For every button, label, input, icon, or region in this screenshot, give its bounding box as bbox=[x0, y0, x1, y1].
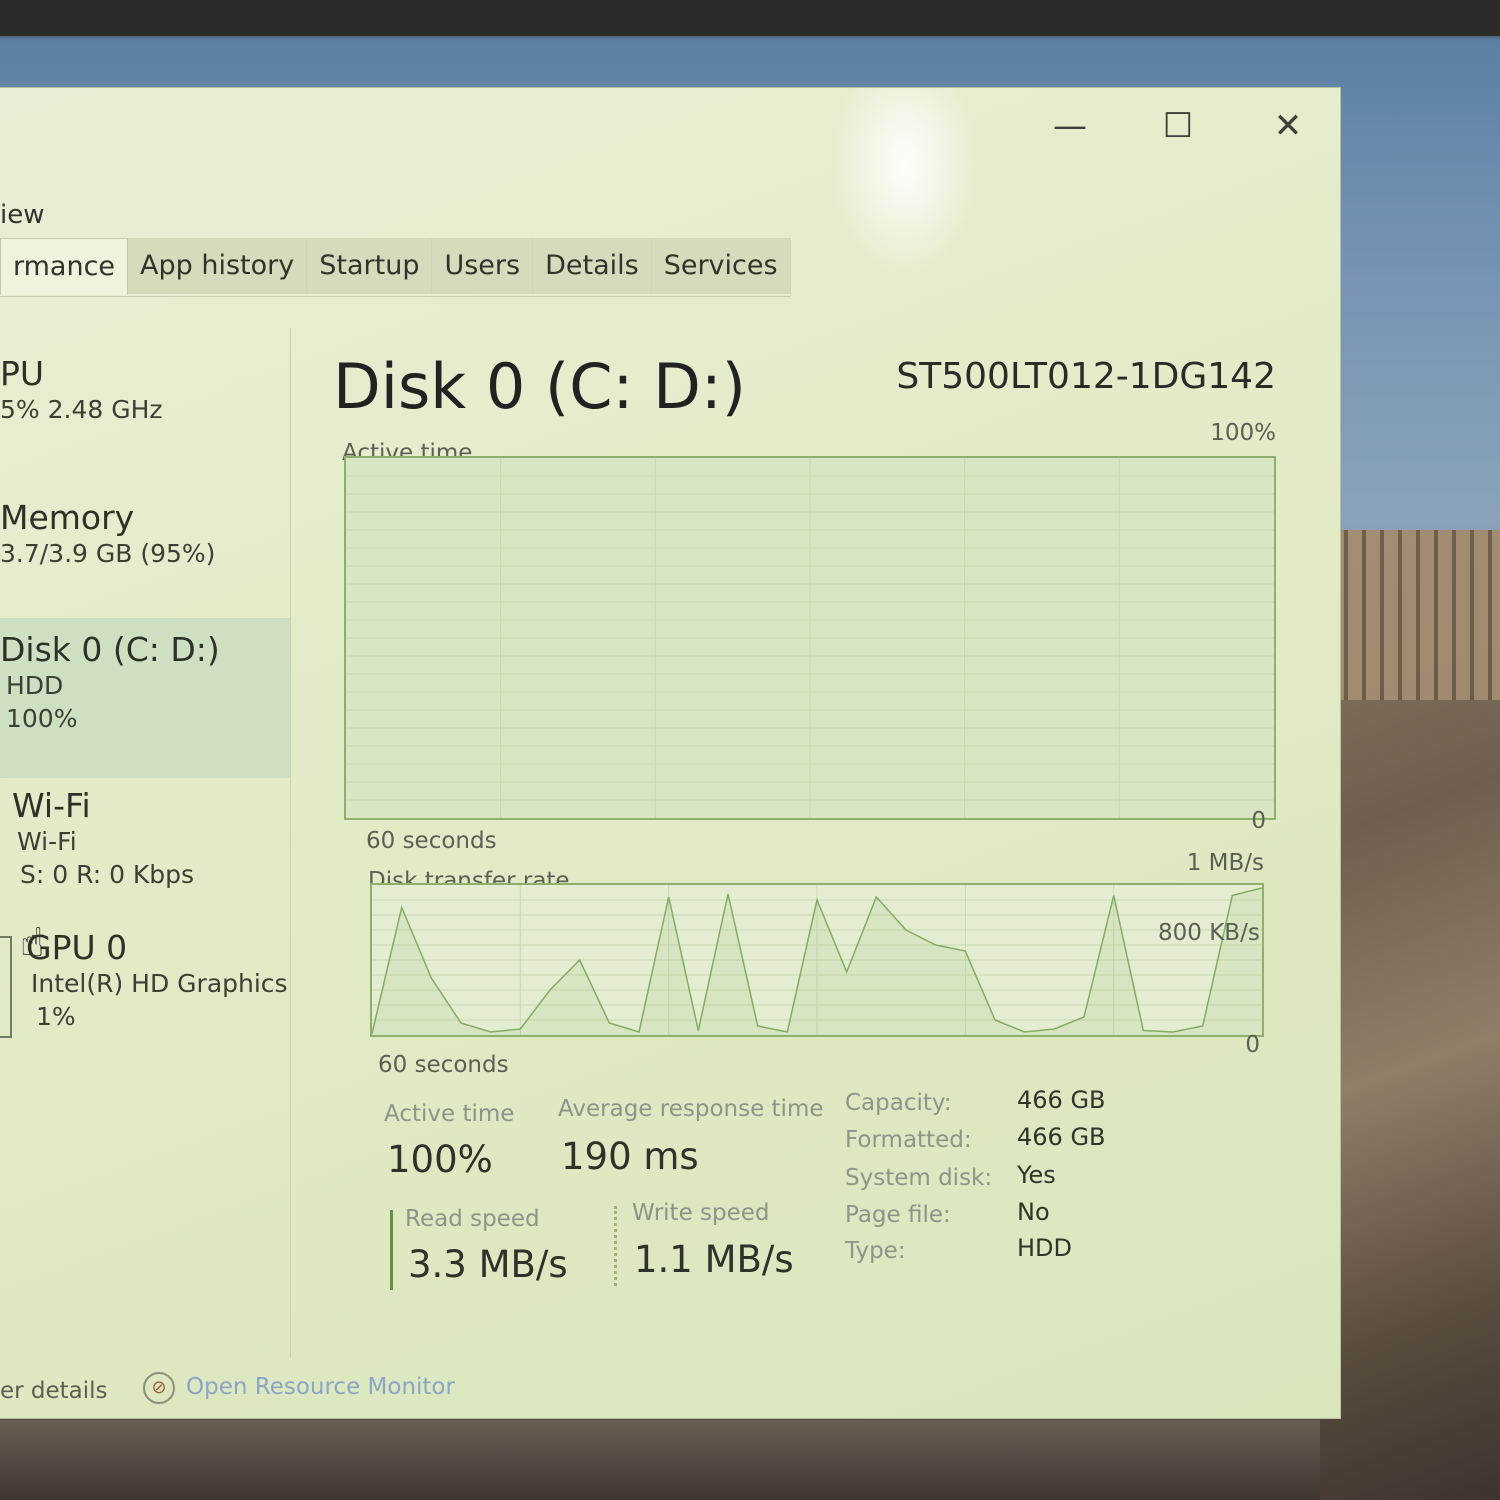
avg-response-label: Average response time bbox=[558, 1096, 824, 1122]
maximize-icon: ☐ bbox=[1162, 106, 1194, 146]
sidebar-item-title: GPU 0 bbox=[26, 928, 128, 967]
transfer-rate-graph bbox=[370, 883, 1264, 1037]
sidebar-item-gpu[interactable]: GPU 0 Intel(R) HD Graphics 1% bbox=[0, 928, 316, 1038]
sidebar-item-title: Disk 0 (C: D:) bbox=[0, 630, 220, 669]
sidebar-item-title: Memory bbox=[0, 498, 135, 537]
tab-performance[interactable]: rmance bbox=[0, 238, 129, 295]
close-icon: ✕ bbox=[1273, 106, 1303, 146]
graph-svg bbox=[346, 458, 1274, 818]
write-speed-indicator bbox=[614, 1206, 620, 1286]
sidebar-item-detail: Wi-Fi bbox=[17, 827, 77, 856]
graph-svg bbox=[372, 885, 1262, 1035]
sidebar-item-disk[interactable]: Disk 0 (C: D:) HDD 100% bbox=[0, 618, 290, 778]
avg-response-value: 190 ms bbox=[561, 1135, 699, 1178]
maximize-button[interactable]: ☐ bbox=[1148, 106, 1208, 146]
wallpaper-building bbox=[1330, 530, 1500, 700]
tab-startup[interactable]: Startup bbox=[307, 238, 433, 294]
active-time-duration-label: 60 seconds bbox=[366, 828, 497, 854]
transfer-graph-mid-label: 800 KB/s bbox=[1158, 920, 1260, 946]
sidebar-item-wifi[interactable]: Wi-Fi Wi-Fi S: 0 R: 0 Kbps bbox=[0, 786, 302, 906]
sidebar-item-title: Wi-Fi bbox=[12, 786, 91, 825]
monitor-bezel bbox=[0, 0, 1500, 36]
open-resource-monitor-link[interactable]: Open Resource Monitor bbox=[186, 1374, 455, 1400]
sidebar-item-usage: S: 0 R: 0 Kbps bbox=[20, 860, 195, 889]
minimize-button[interactable]: — bbox=[1040, 106, 1100, 146]
close-button[interactable]: ✕ bbox=[1258, 106, 1318, 146]
transfer-graph-duration-label: 60 seconds bbox=[378, 1052, 509, 1078]
sidebar-item-usage: 1% bbox=[36, 1002, 76, 1031]
tab-users[interactable]: Users bbox=[432, 238, 534, 294]
sidebar-item-detail: Intel(R) HD Graphics bbox=[31, 969, 288, 998]
menu-view[interactable]: iew bbox=[0, 200, 44, 230]
write-speed-value: 1.1 MB/s bbox=[634, 1238, 794, 1281]
page-title: Disk 0 (C: D:) bbox=[333, 350, 746, 423]
resource-sidebar: PU 5% 2.48 GHz Memory 3.7/3.9 GB (95%) D… bbox=[0, 328, 291, 1358]
read-speed-value: 3.3 MB/s bbox=[408, 1243, 568, 1286]
type-value: HDD bbox=[1017, 1234, 1073, 1262]
read-speed-label: Read speed bbox=[405, 1206, 540, 1232]
wallpaper-bottom bbox=[0, 1420, 1320, 1500]
type-label: Type: bbox=[845, 1238, 906, 1264]
sidebar-item-memory[interactable]: Memory 3.7/3.9 GB (95%) bbox=[0, 498, 290, 598]
tab-services[interactable]: Services bbox=[651, 238, 791, 294]
transfer-graph-min-label: 0 bbox=[1245, 1032, 1260, 1058]
active-time-min-label: 0 bbox=[1251, 808, 1266, 834]
write-speed-label: Write speed bbox=[632, 1200, 770, 1226]
sidebar-item-detail: HDD bbox=[6, 671, 64, 700]
formatted-value: 466 GB bbox=[1017, 1123, 1106, 1151]
sidebar-item-title: PU bbox=[0, 354, 45, 393]
page-file-value: No bbox=[1017, 1198, 1050, 1226]
screen-glare bbox=[830, 88, 980, 278]
formatted-label: Formatted: bbox=[845, 1127, 972, 1153]
sidebar-item-cpu[interactable]: PU 5% 2.48 GHz bbox=[0, 354, 290, 454]
active-time-graph bbox=[344, 456, 1276, 820]
tab-bar: rmance App history Startup Users Details… bbox=[0, 238, 791, 297]
active-time-stat-value: 100% bbox=[387, 1138, 493, 1181]
fewer-details-link[interactable]: er details bbox=[0, 1378, 108, 1404]
capacity-label: Capacity: bbox=[845, 1090, 952, 1116]
system-disk-label: System disk: bbox=[845, 1165, 993, 1191]
active-time-stat-label: Active time bbox=[384, 1101, 515, 1127]
transfer-graph-max-label: 1 MB/s bbox=[1186, 850, 1264, 876]
sidebar-item-usage: 100% bbox=[6, 704, 78, 733]
read-speed-indicator bbox=[390, 1210, 393, 1290]
sidebar-item-detail: 3.7/3.9 GB (95%) bbox=[0, 539, 216, 568]
tab-details[interactable]: Details bbox=[533, 238, 652, 294]
task-manager-window: — ☐ ✕ iew rmance App history Startup Use… bbox=[0, 88, 1340, 1418]
capacity-value: 466 GB bbox=[1017, 1086, 1106, 1114]
active-time-max-label: 100% bbox=[1210, 420, 1276, 446]
page-file-label: Page file: bbox=[845, 1202, 951, 1228]
tab-app-history[interactable]: App history bbox=[128, 238, 308, 294]
minimize-icon: — bbox=[1053, 106, 1087, 146]
sidebar-item-detail: 5% 2.48 GHz bbox=[0, 395, 163, 424]
disk-model: ST500LT012-1DG142 bbox=[896, 356, 1276, 397]
system-disk-value: Yes bbox=[1017, 1161, 1056, 1189]
resource-monitor-icon: ⊘ bbox=[143, 1372, 175, 1404]
